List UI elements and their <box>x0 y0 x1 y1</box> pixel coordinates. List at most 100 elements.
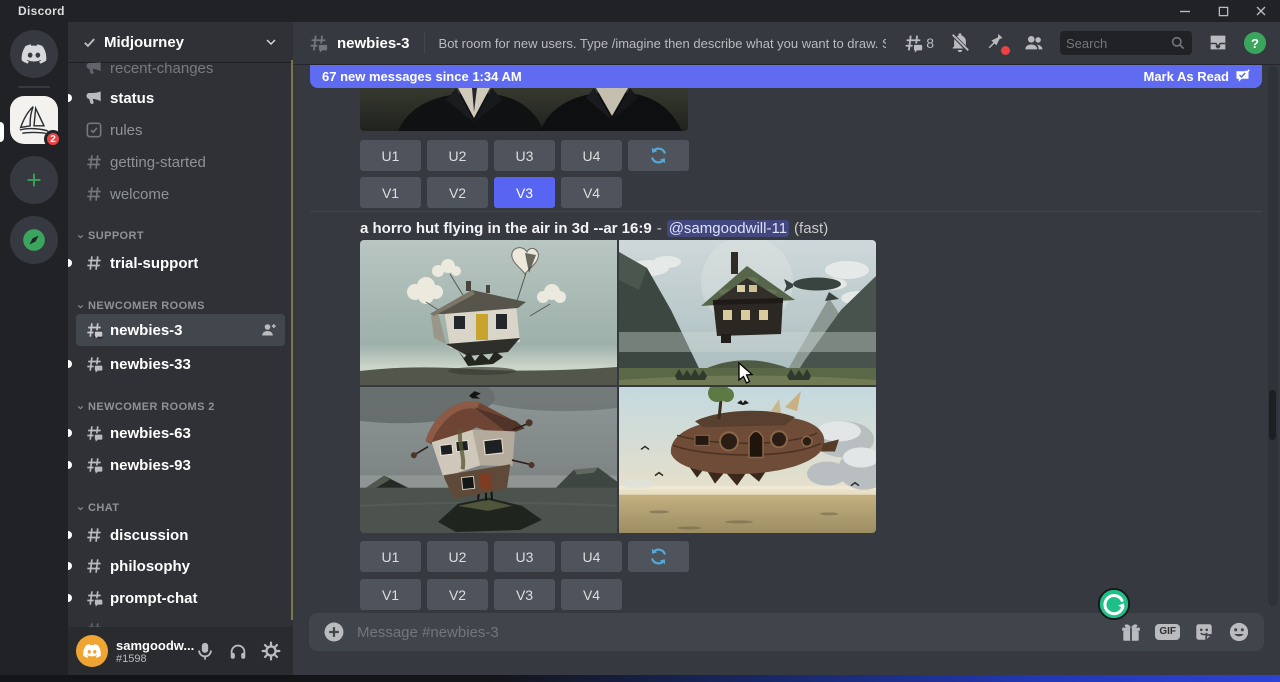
sidebar-item-welcome[interactable]: welcome <box>76 184 285 204</box>
unread-pill <box>68 259 72 267</box>
v2-button[interactable]: V2 <box>427 579 488 610</box>
hash-icon <box>84 556 104 576</box>
v3-button[interactable]: V3 <box>494 579 555 610</box>
v1-button[interactable]: V1 <box>360 177 421 208</box>
reroll-button[interactable] <box>628 140 689 171</box>
create-invite-icon[interactable] <box>261 322 277 338</box>
explore-servers-button[interactable] <box>10 216 58 264</box>
v3-button-selected[interactable]: V3 <box>494 177 555 208</box>
channel-label: prompt-chat <box>110 590 198 607</box>
sidebar-item-trial-support[interactable]: trial-support <box>76 253 285 273</box>
user-avatar[interactable] <box>76 635 108 667</box>
sidebar-item-status[interactable]: status <box>76 88 285 108</box>
generated-image-attachment[interactable] <box>360 88 688 131</box>
sidebar-item-rules[interactable]: rules <box>76 120 285 140</box>
sidebar-item-newbies-3[interactable]: newbies-3 <box>76 314 285 346</box>
thread-count: 8 <box>926 35 934 51</box>
grid-image-balloon-house[interactable] <box>360 240 617 385</box>
rules-icon <box>84 120 104 140</box>
member-list-icon[interactable] <box>1023 32 1045 54</box>
chevron-down-icon <box>263 34 279 50</box>
grid-image-flying-ship[interactable] <box>619 387 876 533</box>
help-glyph: ? <box>1251 36 1259 51</box>
channel-topic[interactable]: Bot room for new users. Type /imagine th… <box>439 36 887 51</box>
message-input[interactable] <box>357 624 1108 641</box>
hash-icon <box>84 253 104 273</box>
rail-separator <box>18 86 50 88</box>
plus-icon <box>23 169 45 191</box>
v1-button[interactable]: V1 <box>360 579 421 610</box>
add-server-button[interactable] <box>10 156 58 204</box>
inbox-icon[interactable] <box>1207 32 1229 54</box>
grammarly-button[interactable] <box>1097 587 1131 621</box>
flying-ship-image <box>619 387 876 533</box>
v4-button[interactable]: V4 <box>561 579 622 610</box>
hash-icon <box>84 525 104 545</box>
gif-picker-icon[interactable]: GIF <box>1155 624 1180 640</box>
chat-scrollbar-track[interactable] <box>1268 66 1278 606</box>
mark-as-read-button[interactable]: Mark As Read <box>1144 69 1251 84</box>
category-newcomer-rooms-2[interactable]: NEWCOMER ROOMS 2 <box>76 399 285 415</box>
sidebar-item-philosophy[interactable]: philosophy <box>76 556 285 576</box>
pinned-messages-icon[interactable] <box>986 32 1008 54</box>
unread-pill <box>68 461 72 469</box>
category-chat[interactable]: CHAT <box>76 500 285 516</box>
emoji-icon[interactable] <box>1228 621 1250 643</box>
channel-label: recent-changes <box>110 62 213 77</box>
v4-button[interactable]: V4 <box>561 177 622 208</box>
gift-icon[interactable] <box>1120 621 1142 643</box>
u3-button[interactable]: U3 <box>494 541 555 572</box>
close-icon[interactable] <box>1254 4 1268 18</box>
microphone-icon[interactable] <box>195 641 215 661</box>
server-header[interactable]: Midjourney <box>68 22 293 62</box>
hash-chat-icon <box>307 32 329 54</box>
u3-button[interactable]: U3 <box>494 140 555 171</box>
channel-label: getting-started <box>110 154 206 171</box>
channel-header: newbies-3 Bot room for new users. Type /… <box>293 22 1280 64</box>
sidebar-item-prompt-chat[interactable]: prompt-chat <box>76 588 285 608</box>
u2-button[interactable]: U2 <box>427 140 488 171</box>
sidebar-item-discussion[interactable]: discussion <box>76 525 285 545</box>
channel-sidebar: Midjourney recent-changes status rules g… <box>68 22 293 675</box>
hash-chat-icon <box>84 588 104 608</box>
sidebar-item-newbies-33[interactable]: newbies-33 <box>76 354 285 374</box>
u1-button[interactable]: U1 <box>360 140 421 171</box>
category-support[interactable]: SUPPORT <box>76 228 285 244</box>
settings-gear-icon[interactable] <box>261 641 281 661</box>
u2-button[interactable]: U2 <box>427 541 488 572</box>
channel-label: newbies-3 <box>110 322 183 339</box>
search-input[interactable] <box>1066 36 1166 51</box>
u1-button[interactable]: U1 <box>360 541 421 572</box>
discord-home-button[interactable] <box>10 30 58 78</box>
search-bar[interactable] <box>1060 31 1192 55</box>
sidebar-item-recent-changes[interactable]: recent-changes <box>76 62 285 78</box>
headphones-icon[interactable] <box>228 641 248 661</box>
u4-button[interactable]: U4 <box>561 140 622 171</box>
grid-image-valley-chalet[interactable] <box>619 240 876 385</box>
sticker-icon[interactable] <box>1193 621 1215 643</box>
hash-chat-icon <box>902 32 924 54</box>
speed-mode: (fast) <box>794 220 828 237</box>
threads-button[interactable]: 8 <box>902 32 934 54</box>
minimize-icon[interactable] <box>1178 4 1192 18</box>
server-icon-midjourney[interactable]: 2 <box>10 96 58 144</box>
u4-button[interactable]: U4 <box>561 541 622 572</box>
hash-chat-icon <box>84 455 104 475</box>
new-messages-banner[interactable]: 67 new messages since 1:34 AM Mark As Re… <box>310 65 1262 88</box>
sidebar-item-partial[interactable] <box>76 620 285 627</box>
reroll-button[interactable] <box>628 541 689 572</box>
v2-button[interactable]: V2 <box>427 177 488 208</box>
category-newcomer-rooms[interactable]: NEWCOMER ROOMS <box>76 298 285 314</box>
chat-scrollbar-thumb[interactable] <box>1269 390 1276 440</box>
maximize-icon[interactable] <box>1216 4 1230 18</box>
grid-image-crooked-house[interactable] <box>360 387 617 533</box>
attach-plus-icon[interactable] <box>323 621 345 643</box>
sidebar-item-newbies-63[interactable]: newbies-63 <box>76 423 285 443</box>
discord-window: Discord 2 <box>0 0 1280 682</box>
sidebar-item-getting-started[interactable]: getting-started <box>76 152 285 172</box>
notifications-muted-icon[interactable] <box>949 32 971 54</box>
user-mention[interactable]: @samgoodwill-11 <box>667 220 789 237</box>
message-check-icon <box>1235 69 1250 84</box>
help-button[interactable]: ? <box>1244 32 1266 54</box>
sidebar-item-newbies-93[interactable]: newbies-93 <box>76 455 285 475</box>
